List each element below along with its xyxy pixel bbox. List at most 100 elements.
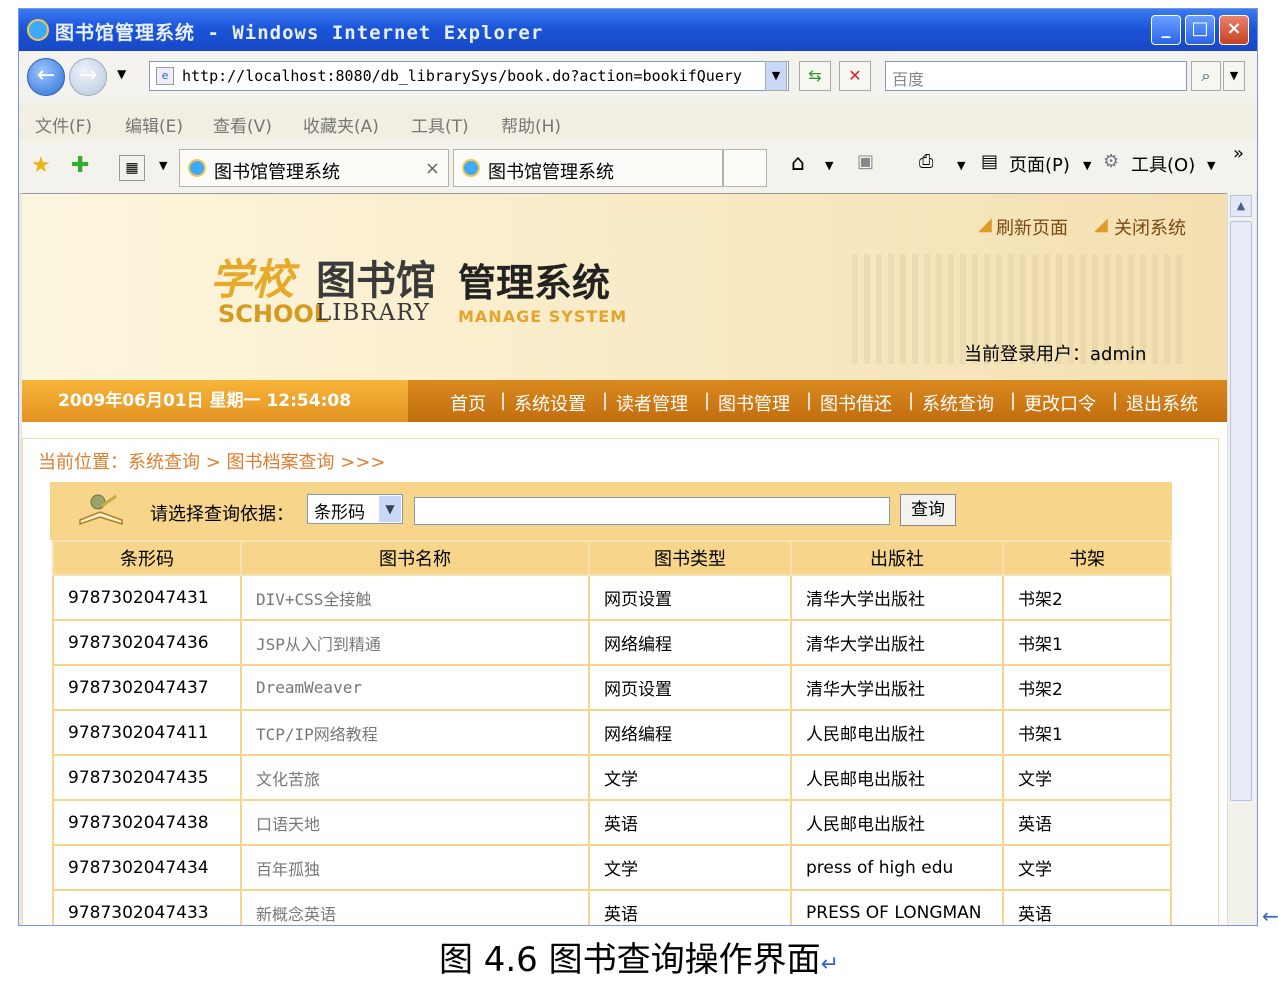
cell-book-name[interactable]: DIV+CSS全接触 bbox=[240, 574, 590, 621]
tools-menu[interactable]: 工具(O) bbox=[1131, 151, 1195, 177]
search-icon[interactable]: ⌕ bbox=[1191, 61, 1221, 91]
page-icon: e bbox=[156, 67, 174, 85]
nav-separator: | bbox=[908, 390, 915, 411]
address-toolbar: ← → ▼ e http://localhost:8080/db_library… bbox=[19, 51, 1257, 104]
page-dropdown-icon[interactable]: ▼ bbox=[1083, 159, 1091, 172]
maximize-button[interactable]: □ bbox=[1185, 15, 1215, 45]
cell-bookshelf: 文学 bbox=[1002, 844, 1172, 891]
header-book-name: 图书名称 bbox=[240, 540, 590, 576]
table-row: 9787302047435 文化苦旅 文学 人民邮电出版社 文学 bbox=[52, 754, 1172, 801]
cell-publisher: 清华大学出版社 bbox=[790, 664, 1004, 711]
home-dropdown-icon[interactable]: ▼ bbox=[825, 159, 833, 172]
query-input[interactable] bbox=[414, 497, 890, 525]
nav-book-management[interactable]: 图书管理 bbox=[718, 390, 790, 416]
menu-tools[interactable]: 工具(T) bbox=[411, 112, 469, 137]
add-favorite-icon[interactable]: ✚ bbox=[71, 153, 89, 178]
cell-book-type: 英语 bbox=[588, 799, 792, 846]
vertical-scrollbar[interactable]: ▲ bbox=[1227, 193, 1256, 925]
cell-bookshelf: 英语 bbox=[1002, 889, 1172, 925]
forward-button[interactable]: → bbox=[69, 58, 107, 96]
history-dropdown-icon[interactable]: ▼ bbox=[117, 67, 126, 81]
main-nav: 2009年06月01日 星期一 12:54:08 首页 | 系统设置 | 读者管… bbox=[22, 380, 1227, 422]
nav-change-password[interactable]: 更改口令 bbox=[1024, 390, 1096, 416]
overflow-chevron-icon[interactable]: » bbox=[1233, 143, 1244, 164]
feeds-icon[interactable]: ▣ bbox=[857, 151, 874, 172]
print-dropdown-icon[interactable]: ▼ bbox=[957, 159, 965, 172]
menu-view[interactable]: 查看(V) bbox=[213, 112, 272, 137]
page-menu[interactable]: 页面(P) bbox=[1009, 151, 1070, 177]
window-title: 图书馆管理系统 - Windows Internet Explorer bbox=[55, 22, 544, 44]
print-icon[interactable]: ⎙ bbox=[919, 151, 933, 172]
cell-book-name[interactable]: TCP/IP网络教程 bbox=[240, 709, 590, 756]
nav-borrow-return[interactable]: 图书借还 bbox=[820, 390, 892, 416]
tab-close-icon[interactable]: × bbox=[425, 158, 440, 179]
close-link-icon: ◢ bbox=[1094, 214, 1108, 235]
nav-system-settings[interactable]: 系统设置 bbox=[514, 390, 586, 416]
query-bar: 请选择查询依据： 条形码 ▼ 查询 bbox=[50, 482, 1172, 540]
address-bar[interactable]: e http://localhost:8080/db_librarySys/bo… bbox=[149, 61, 789, 91]
nav-logout[interactable]: 退出系统 bbox=[1126, 390, 1198, 416]
menu-file[interactable]: 文件(F) bbox=[35, 112, 92, 137]
menu-favorites[interactable]: 收藏夹(A) bbox=[303, 112, 379, 137]
nav-home[interactable]: 首页 bbox=[450, 390, 486, 416]
cell-bookshelf: 书架1 bbox=[1002, 619, 1172, 666]
gear-icon[interactable]: ⚙ bbox=[1103, 151, 1119, 172]
query-label: 请选择查询依据： bbox=[150, 504, 294, 525]
cell-publisher: 人民邮电出版社 bbox=[790, 754, 1004, 801]
scroll-up-icon[interactable]: ▲ bbox=[1230, 195, 1252, 217]
page-menu-icon[interactable]: ▤ bbox=[981, 151, 998, 172]
table-row: 9787302047433 新概念英语 英语 PRESS OF LONGMAN 英语 bbox=[52, 889, 1172, 925]
back-button[interactable]: ← bbox=[27, 58, 65, 96]
nav-reader-management[interactable]: 读者管理 bbox=[616, 390, 688, 416]
table-row: 9787302047411 TCP/IP网络教程 网络编程 人民邮电出版社 书架1 bbox=[52, 709, 1172, 756]
cell-publisher: PRESS OF LONGMAN bbox=[790, 889, 1004, 925]
banner-en-library: LIBRARY bbox=[316, 300, 430, 326]
nav-separator: | bbox=[704, 390, 711, 411]
header-barcode: 条形码 bbox=[52, 540, 242, 576]
menu-edit[interactable]: 编辑(E) bbox=[125, 112, 183, 137]
table-row: 9787302047437 DreamWeaver 网页设置 清华大学出版社 书架2 bbox=[52, 664, 1172, 711]
return-arrow-icon: ← bbox=[1262, 904, 1278, 928]
cell-book-name[interactable]: JSP从入门到精通 bbox=[240, 619, 590, 666]
query-criteria-select[interactable]: 条形码 ▼ bbox=[307, 494, 403, 524]
tools-dropdown-icon[interactable]: ▼ bbox=[1207, 159, 1215, 172]
nav-system-query[interactable]: 系统查询 bbox=[922, 390, 994, 416]
cell-barcode: 9787302047437 bbox=[52, 664, 242, 711]
cell-book-name[interactable]: 文化苦旅 bbox=[240, 754, 590, 801]
cell-book-name[interactable]: 口语天地 bbox=[240, 799, 590, 846]
cell-publisher: 人民邮电出版社 bbox=[790, 799, 1004, 846]
refresh-page-link[interactable]: 刷新页面 bbox=[996, 214, 1068, 240]
close-system-link[interactable]: 关闭系统 bbox=[1114, 214, 1186, 240]
cell-barcode: 9787302047433 bbox=[52, 889, 242, 925]
new-tab-button[interactable] bbox=[723, 149, 767, 187]
minimize-button[interactable]: _ bbox=[1151, 15, 1181, 45]
search-options-icon[interactable]: ▼ bbox=[1223, 61, 1245, 91]
cell-barcode: 9787302047438 bbox=[52, 799, 242, 846]
menu-bar: 文件(F) 编辑(E) 查看(V) 收藏夹(A) 工具(T) 帮助(H) bbox=[19, 103, 1257, 142]
search-box[interactable]: 百度 bbox=[885, 61, 1187, 91]
favorites-star-icon[interactable]: ★ bbox=[31, 153, 51, 178]
cell-book-name[interactable]: 百年孤独 bbox=[240, 844, 590, 891]
home-icon[interactable]: ⌂ bbox=[791, 151, 805, 176]
quick-tabs-icon[interactable]: ▦ bbox=[119, 155, 145, 181]
cell-book-name[interactable]: DreamWeaver bbox=[240, 664, 590, 711]
book-table: 条形码 图书名称 图书类型 出版社 书架 9787302047431 DIV+CS… bbox=[52, 540, 1172, 925]
close-window-button[interactable]: × bbox=[1219, 15, 1249, 45]
nav-separator: | bbox=[1010, 390, 1017, 411]
cell-publisher: press of high edu bbox=[790, 844, 1004, 891]
address-dropdown-icon[interactable]: ▼ bbox=[765, 61, 787, 91]
select-value: 条形码 bbox=[314, 503, 365, 523]
open-book-icon bbox=[79, 494, 123, 526]
cell-book-name[interactable]: 新概念英语 bbox=[240, 889, 590, 925]
menu-help[interactable]: 帮助(H) bbox=[501, 112, 561, 137]
refresh-icon[interactable]: ⇆ bbox=[799, 61, 831, 91]
tab-active[interactable]: 图书馆管理系统 × bbox=[179, 149, 449, 187]
scroll-thumb[interactable] bbox=[1230, 221, 1252, 801]
nav-separator: | bbox=[1112, 390, 1119, 411]
tab-list-icon[interactable]: ▼ bbox=[159, 159, 167, 172]
tab-inactive[interactable]: 图书馆管理系统 bbox=[453, 149, 723, 187]
cell-publisher: 人民邮电出版社 bbox=[790, 709, 1004, 756]
chevron-down-icon: ▼ bbox=[379, 496, 401, 522]
query-button[interactable]: 查询 bbox=[900, 494, 956, 526]
stop-icon[interactable]: ✕ bbox=[839, 61, 871, 91]
